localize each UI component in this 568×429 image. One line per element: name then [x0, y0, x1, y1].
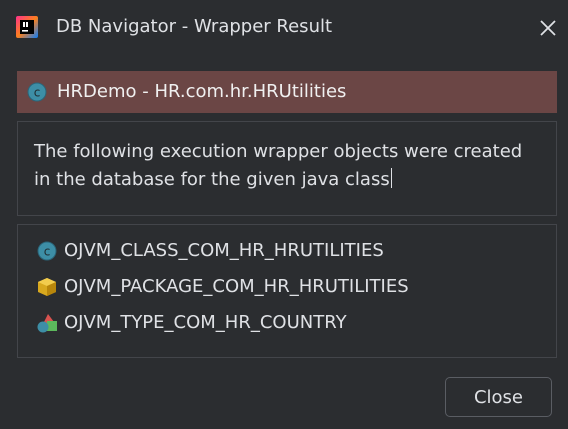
list-item[interactable]: OJVM_TYPE_COM_HR_COUNTRY [18, 307, 556, 339]
class-header: c HRDemo - HR.com.hr.HRUtilities [17, 71, 557, 113]
svg-text:c: c [44, 245, 51, 259]
title-bar: DB Navigator - Wrapper Result [0, 0, 568, 54]
message-text: The following execution wrapper objects … [34, 141, 523, 190]
object-type-icon [37, 314, 57, 333]
jetbrains-logo-icon [16, 16, 38, 38]
text-caret [390, 168, 392, 188]
class-header-label: HRDemo - HR.com.hr.HRUtilities [57, 81, 347, 102]
java-class-icon: c [27, 82, 47, 102]
package-icon [38, 278, 56, 296]
close-icon[interactable] [538, 18, 558, 38]
java-class-icon: c [37, 241, 57, 261]
wrapper-objects-list: c OJVM_CLASS_COM_HR_HRUTILITIES OJVM_PAC… [17, 224, 557, 358]
svg-text:c: c [34, 86, 41, 100]
window-title: DB Navigator - Wrapper Result [56, 16, 333, 37]
list-item-label: OJVM_PACKAGE_COM_HR_HRUTILITIES [64, 276, 409, 297]
list-item-label: OJVM_TYPE_COM_HR_COUNTRY [64, 312, 347, 333]
list-item-label: OJVM_CLASS_COM_HR_HRUTILITIES [64, 240, 384, 261]
list-item[interactable]: OJVM_PACKAGE_COM_HR_HRUTILITIES [18, 271, 556, 303]
close-button[interactable]: Close [445, 377, 552, 417]
list-item[interactable]: c OJVM_CLASS_COM_HR_HRUTILITIES [18, 235, 556, 267]
message-panel: The following execution wrapper objects … [17, 121, 557, 216]
